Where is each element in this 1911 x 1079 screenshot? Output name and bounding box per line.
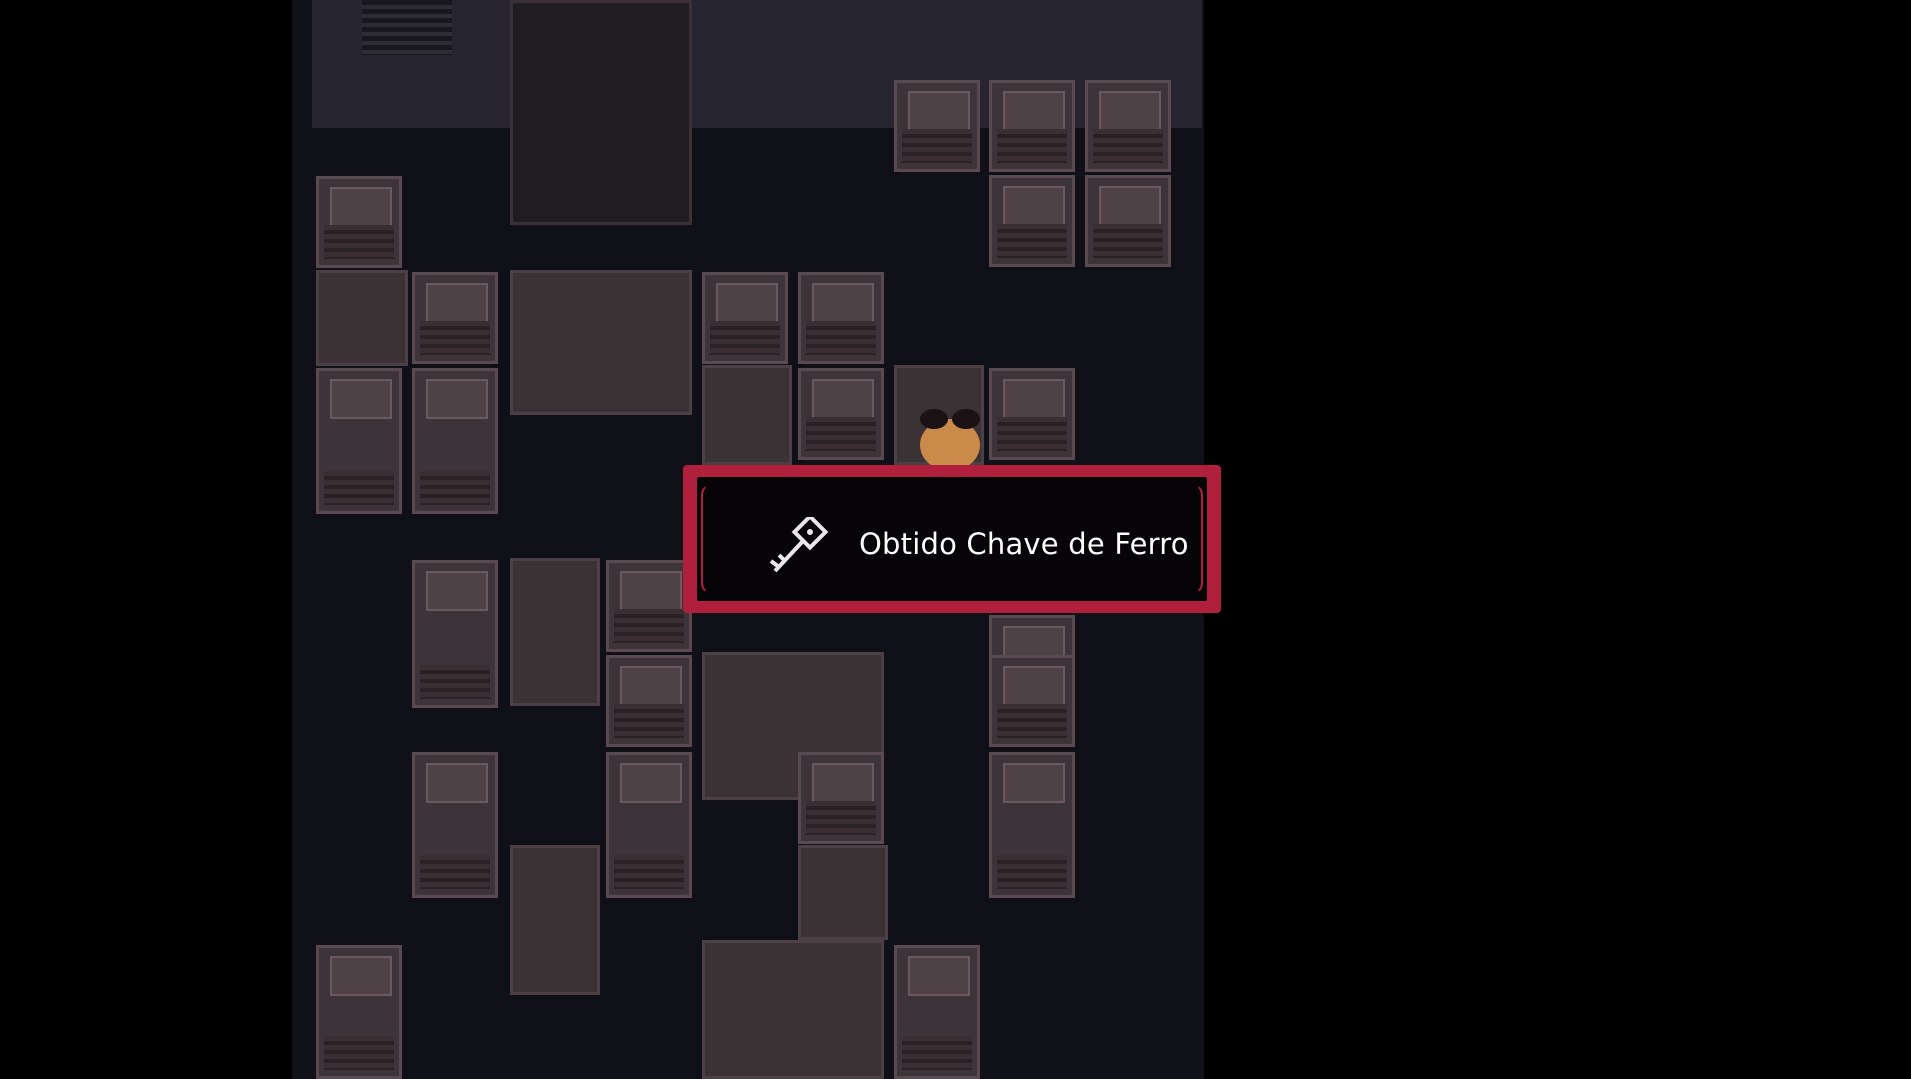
crate <box>412 752 498 898</box>
bookshelf <box>510 270 692 415</box>
crate <box>894 945 980 1079</box>
crate <box>412 560 498 708</box>
crate <box>989 175 1075 267</box>
crate <box>798 752 884 844</box>
crate <box>1085 80 1171 172</box>
table <box>798 845 888 940</box>
crate <box>1085 175 1171 267</box>
crate <box>606 655 692 747</box>
crate <box>606 752 692 898</box>
table <box>316 270 408 366</box>
crate <box>798 272 884 364</box>
crate <box>989 752 1075 898</box>
table <box>510 558 600 706</box>
notification-text: Obtido Chave de Ferro <box>859 527 1189 561</box>
table <box>702 940 884 1079</box>
notification-panel: Obtido Chave de Ferro <box>697 477 1207 601</box>
crate <box>412 272 498 364</box>
crate <box>412 368 498 514</box>
crate <box>702 272 788 364</box>
crate <box>894 80 980 172</box>
crate <box>606 560 692 652</box>
vent <box>362 0 452 55</box>
key-icon <box>769 517 829 573</box>
crate <box>316 176 402 268</box>
crate <box>989 80 1075 172</box>
crate <box>798 368 884 460</box>
crate <box>989 368 1075 460</box>
bookshelf <box>510 0 692 225</box>
crate <box>316 368 402 514</box>
table <box>702 365 792 465</box>
player-character <box>920 409 980 467</box>
item-obtained-notification: Obtido Chave de Ferro <box>683 465 1221 613</box>
crate <box>989 655 1075 747</box>
table <box>510 845 600 995</box>
crate <box>316 945 402 1079</box>
